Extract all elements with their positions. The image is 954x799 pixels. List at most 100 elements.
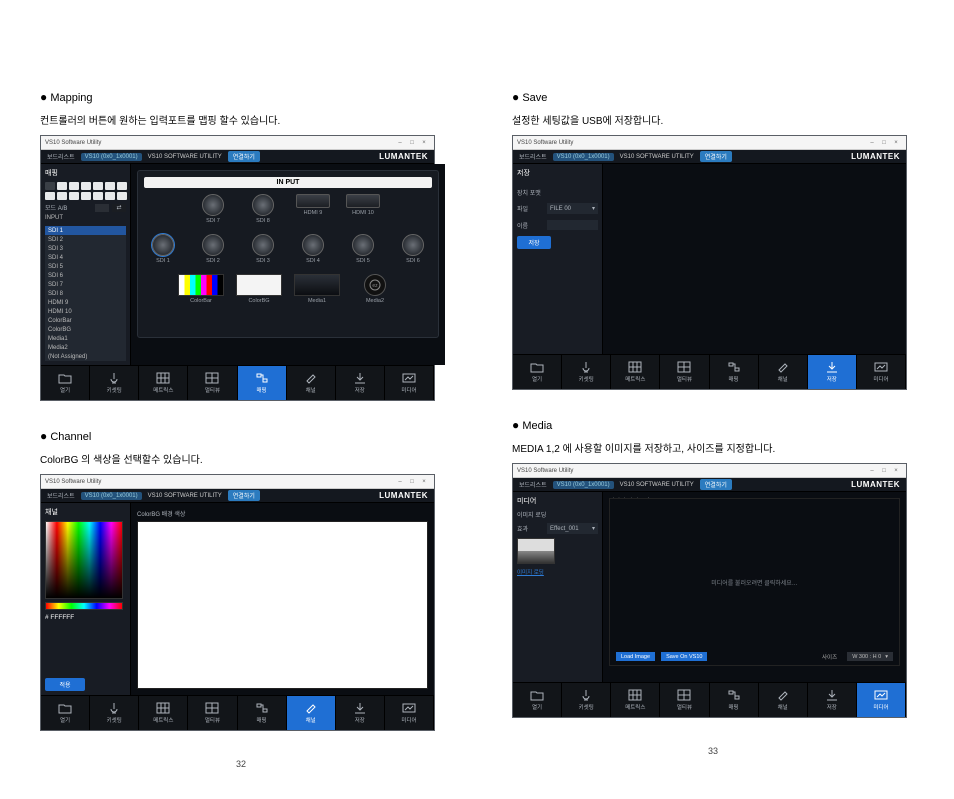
port-sdi7[interactable]: SDI 7 xyxy=(194,194,232,224)
tab-key[interactable]: 키셋팅 xyxy=(562,683,611,717)
src-colorbar[interactable]: ColorBar xyxy=(176,274,226,304)
tab-open[interactable]: 열기 xyxy=(513,683,562,717)
src-media2[interactable]: ezMedia2 xyxy=(350,274,400,304)
src-media1[interactable]: Media1 xyxy=(292,274,342,304)
ctrl-btn[interactable] xyxy=(45,192,55,200)
maximize-button[interactable]: □ xyxy=(406,140,418,146)
close-button[interactable]: × xyxy=(418,479,430,485)
tab-save[interactable]: 저장 xyxy=(336,696,385,730)
file-select[interactable]: FILE 00▾ xyxy=(547,203,598,214)
tab-matrix[interactable]: 메트릭스 xyxy=(611,683,660,717)
list-item[interactable]: SDI 6 xyxy=(45,271,126,280)
tab-key[interactable]: 키셋팅 xyxy=(90,696,139,730)
color-swatch[interactable] xyxy=(95,204,109,212)
tab-save[interactable]: 저장 xyxy=(808,683,857,717)
device-chip[interactable]: VS10 (0x0_1x0001) xyxy=(553,153,614,161)
tab-save[interactable]: 저장 xyxy=(808,355,857,389)
list-item[interactable]: SDI 8 xyxy=(45,289,126,298)
minimize-button[interactable]: – xyxy=(394,479,406,485)
close-button[interactable]: × xyxy=(890,140,902,146)
ctrl-btn[interactable] xyxy=(93,192,103,200)
ctrl-btn[interactable] xyxy=(93,182,103,190)
ctrl-btn[interactable] xyxy=(117,192,127,200)
minimize-button[interactable]: – xyxy=(866,140,878,146)
src-colorbg[interactable]: ColorBG xyxy=(234,274,284,304)
tab-media[interactable]: 미디어 xyxy=(857,355,906,389)
list-item[interactable]: (Not Assigned) xyxy=(45,352,126,361)
close-button[interactable]: × xyxy=(418,140,430,146)
ctrl-btn[interactable] xyxy=(57,192,67,200)
maximize-button[interactable]: □ xyxy=(878,140,890,146)
tab-key[interactable]: 키셋팅 xyxy=(562,355,611,389)
list-item[interactable]: SDI 7 xyxy=(45,280,126,289)
ctrl-btn[interactable] xyxy=(69,192,79,200)
device-chip[interactable]: VS10 (0x0_1x0001) xyxy=(553,481,614,489)
ctrl-btn[interactable] xyxy=(105,182,115,190)
save-vs10-button[interactable]: Save On VS10 xyxy=(661,652,707,661)
hue-slider[interactable] xyxy=(45,602,123,610)
tab-multiview[interactable]: 멀티뷰 xyxy=(188,366,237,400)
load-image-button[interactable]: Load Image xyxy=(616,652,655,661)
list-item[interactable]: SDI 1 xyxy=(45,226,126,235)
list-item[interactable]: SDI 3 xyxy=(45,244,126,253)
list-item[interactable]: ColorBG xyxy=(45,325,126,334)
port-sdi8[interactable]: SDI 8 xyxy=(244,194,282,224)
tab-mapping[interactable]: 매핑 xyxy=(710,683,759,717)
list-item[interactable]: Media2 xyxy=(45,343,126,352)
name-input[interactable] xyxy=(547,220,598,230)
color-picker[interactable] xyxy=(45,521,123,599)
size-select[interactable]: W 300 : H 0 ▾ xyxy=(847,652,893,661)
list-item[interactable]: ColorBar xyxy=(45,316,126,325)
port-sdi6[interactable]: SDI 6 xyxy=(394,234,432,264)
maximize-button[interactable]: □ xyxy=(406,479,418,485)
ctrl-btn[interactable] xyxy=(117,182,127,190)
tab-matrix[interactable]: 메트릭스 xyxy=(139,696,188,730)
connect-button[interactable]: 연결하기 xyxy=(228,151,260,162)
port-sdi1[interactable]: SDI 1 xyxy=(144,234,182,264)
ctrl-btn[interactable] xyxy=(57,182,67,190)
media-preview[interactable]: 미디어를 불러오려면 클릭하세요… Load Image Save On VS1… xyxy=(609,498,900,666)
ctrl-btn[interactable] xyxy=(69,182,79,190)
media-delete-link[interactable]: 이미지 로딩 xyxy=(517,568,598,576)
connect-button[interactable]: 연결하기 xyxy=(700,479,732,490)
tab-multiview[interactable]: 멀티뷰 xyxy=(660,683,709,717)
minimize-button[interactable]: – xyxy=(866,468,878,474)
confirm-button[interactable]: 적용 xyxy=(45,678,85,691)
tab-channel[interactable]: 채널 xyxy=(287,696,336,730)
ctrl-btn[interactable] xyxy=(45,182,55,190)
tab-channel[interactable]: 채널 xyxy=(287,366,336,400)
port-sdi5[interactable]: SDI 5 xyxy=(344,234,382,264)
media-thumbnail[interactable] xyxy=(517,538,555,564)
tab-mapping[interactable]: 매핑 xyxy=(238,366,287,400)
connect-button[interactable]: 연결하기 xyxy=(700,151,732,162)
port-sdi3[interactable]: SDI 3 xyxy=(244,234,282,264)
ctrl-btn[interactable] xyxy=(81,182,91,190)
list-item[interactable]: SDI 2 xyxy=(45,235,126,244)
list-item[interactable]: HDMI 9 xyxy=(45,298,126,307)
tab-multiview[interactable]: 멀티뷰 xyxy=(660,355,709,389)
ctrl-btn[interactable] xyxy=(105,192,115,200)
close-button[interactable]: × xyxy=(890,468,902,474)
tab-key[interactable]: 키셋팅 xyxy=(90,366,139,400)
tab-mapping[interactable]: 매핑 xyxy=(238,696,287,730)
device-chip[interactable]: VS10 (0x0_1x0001) xyxy=(81,492,142,500)
port-sdi2[interactable]: SDI 2 xyxy=(194,234,232,264)
tab-mapping[interactable]: 매핑 xyxy=(710,355,759,389)
tab-matrix[interactable]: 메트릭스 xyxy=(139,366,188,400)
tab-save[interactable]: 저장 xyxy=(336,366,385,400)
tab-channel[interactable]: 채널 xyxy=(759,355,808,389)
port-hdmi10[interactable]: HDMI 10 xyxy=(344,194,382,224)
tab-open[interactable]: 열기 xyxy=(41,696,90,730)
tab-open[interactable]: 열기 xyxy=(513,355,562,389)
connect-button[interactable]: 연결하기 xyxy=(228,490,260,501)
effect-select[interactable]: Effect_001▾ xyxy=(547,523,598,534)
tab-multiview[interactable]: 멀티뷰 xyxy=(188,696,237,730)
port-sdi4[interactable]: SDI 4 xyxy=(294,234,332,264)
tab-channel[interactable]: 채널 xyxy=(759,683,808,717)
save-button[interactable]: 저장 xyxy=(517,236,551,249)
tab-matrix[interactable]: 메트릭스 xyxy=(611,355,660,389)
tab-media[interactable]: 미디어 xyxy=(385,696,434,730)
tab-open[interactable]: 열기 xyxy=(41,366,90,400)
tab-media[interactable]: 미디어 xyxy=(857,683,906,717)
tab-media[interactable]: 미디어 xyxy=(385,366,434,400)
